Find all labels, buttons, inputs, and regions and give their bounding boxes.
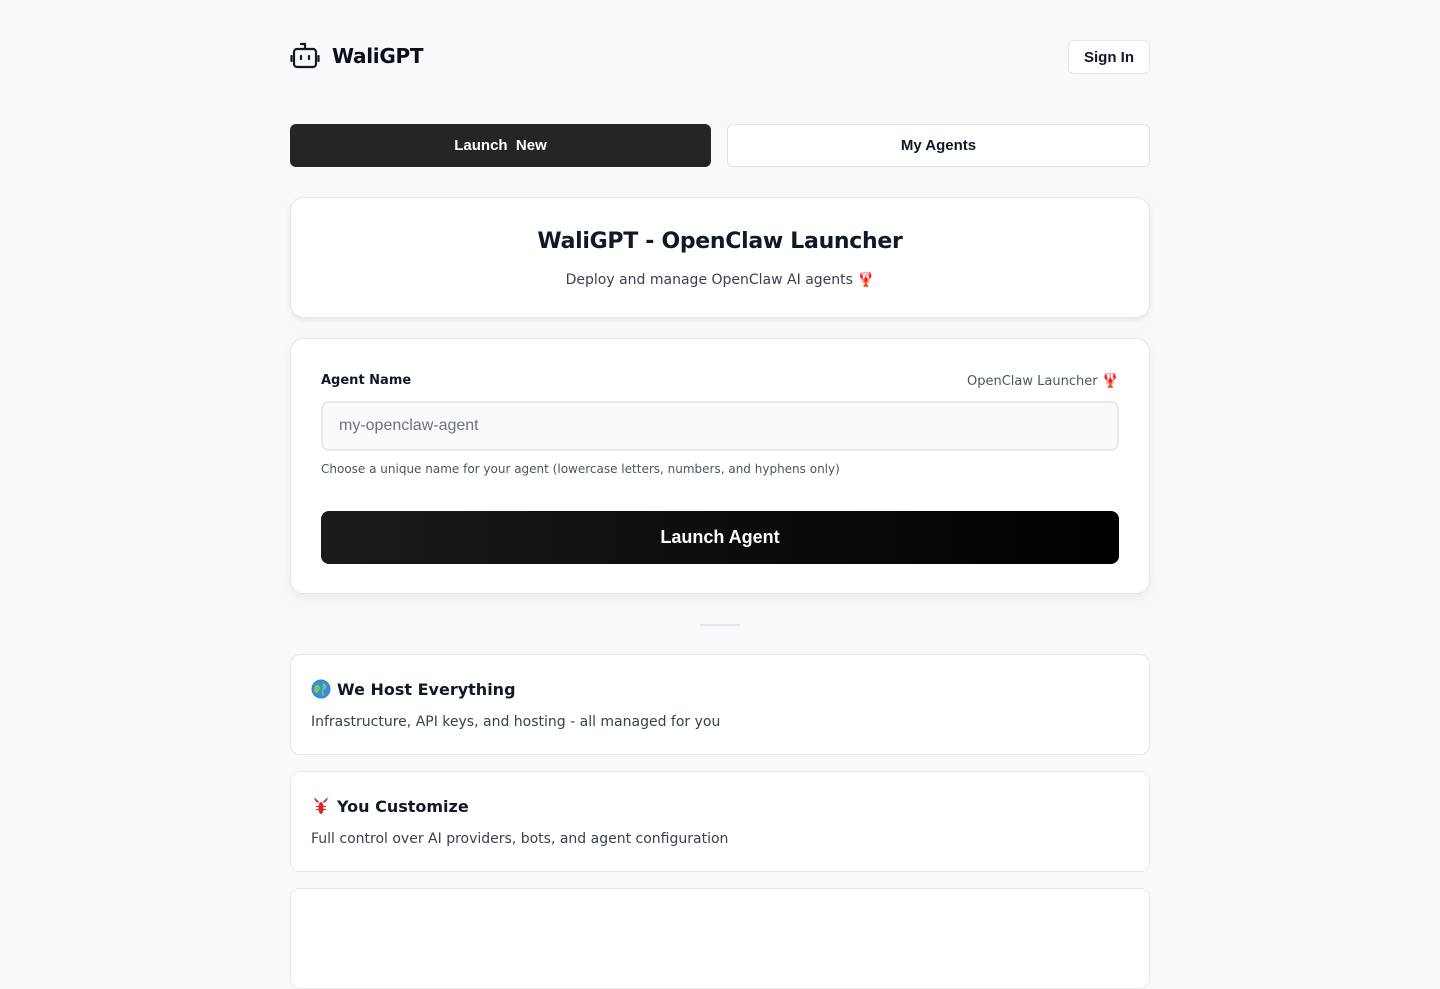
- feature-card-hosting: We Host Everything Infrastructure, API k…: [290, 654, 1150, 755]
- lobster-icon: 🦞: [1101, 373, 1119, 389]
- feature-card-partial: [290, 888, 1150, 989]
- tab-my-agents[interactable]: My Agents: [727, 124, 1150, 167]
- launch-agent-button[interactable]: Launch Agent: [321, 511, 1119, 564]
- launcher-tag: OpenClaw Launcher 🦞: [967, 373, 1119, 389]
- feature-title: We Host Everything: [311, 679, 516, 699]
- hero-card: WaliGPT - OpenClaw Launcher Deploy and m…: [290, 197, 1150, 318]
- lobster-icon: [311, 796, 331, 816]
- feature-card-customize: You Customize Full control over AI provi…: [290, 771, 1150, 872]
- page-subtitle: Deploy and manage OpenClaw AI agents 🦞: [291, 272, 1149, 288]
- tab-launch-new[interactable]: Launch New: [290, 124, 711, 167]
- feature-description: Infrastructure, API keys, and hosting - …: [311, 714, 721, 730]
- feature-description: Full control over AI providers, bots, an…: [311, 831, 729, 847]
- brand-name: WaliGPT: [332, 44, 424, 68]
- launch-form-card: Agent Name OpenClaw Launcher🦞 Choose a u…: [290, 338, 1150, 594]
- robot-icon: [290, 42, 320, 70]
- section-divider: [700, 624, 740, 626]
- page-subtitle-text: Deploy and manage OpenClaw AI agents: [565, 272, 853, 288]
- agent-name-hint: Choose a unique name for your agent (low…: [321, 462, 840, 476]
- page-title: WaliGPT - OpenClaw Launcher: [537, 229, 903, 254]
- feature-title-text: We Host Everything: [337, 679, 516, 699]
- top-header: WaliGPT Sign In: [290, 40, 1150, 74]
- sign-in-button[interactable]: Sign In: [1068, 40, 1150, 74]
- launcher-tag-text: OpenClaw Launcher: [967, 374, 1098, 389]
- lobster-icon: 🦞: [856, 272, 875, 288]
- feature-title-text: You Customize: [337, 796, 469, 816]
- feature-title: You Customize: [311, 796, 469, 816]
- agent-name-label: Agent Name: [321, 373, 412, 388]
- brand[interactable]: WaliGPT: [290, 42, 423, 70]
- globe-icon: [311, 679, 331, 699]
- agent-name-input[interactable]: [321, 401, 1119, 451]
